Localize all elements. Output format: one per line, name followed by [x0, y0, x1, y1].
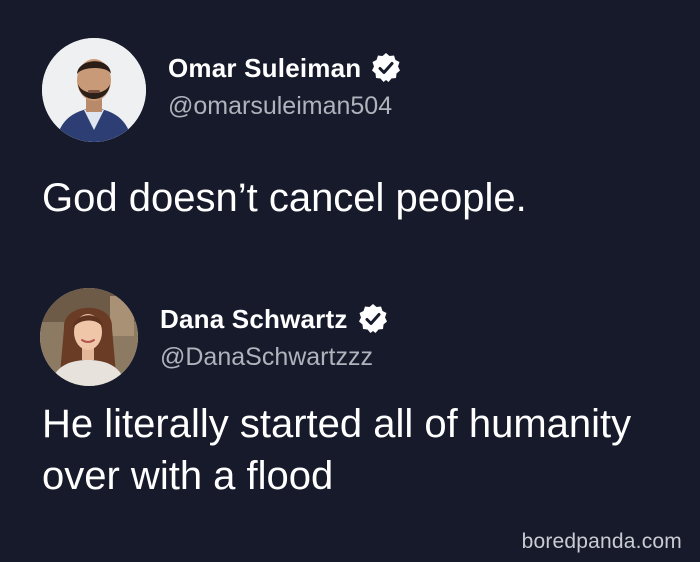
display-name[interactable]: Omar Suleiman: [168, 53, 361, 84]
profile-photo-icon: [40, 288, 138, 386]
display-name[interactable]: Dana Schwartz: [160, 304, 348, 335]
avatar-dana[interactable]: [40, 288, 138, 386]
tweet-text: He literally started all of humanity ove…: [42, 402, 632, 498]
profile-photo-icon: [42, 38, 146, 142]
avatar-omar[interactable]: [42, 38, 146, 142]
verified-badge-icon: [356, 302, 390, 336]
user-handle[interactable]: @omarsuleiman504: [168, 92, 403, 121]
watermark: boredpanda.com: [521, 530, 682, 553]
tweet-screenshot: Omar Suleiman @omarsuleiman504 God doesn…: [0, 0, 700, 562]
tweet-text: God doesn’t cancel people.: [42, 176, 527, 220]
verified-badge-icon: [369, 51, 403, 85]
tweet-header: Dana Schwartz @DanaSchwartzzz: [160, 301, 390, 372]
tweet-header: Omar Suleiman @omarsuleiman504: [168, 50, 403, 121]
name-row: Dana Schwartz: [160, 301, 390, 337]
user-handle[interactable]: @DanaSchwartzzz: [160, 343, 390, 372]
name-row: Omar Suleiman: [168, 50, 403, 86]
